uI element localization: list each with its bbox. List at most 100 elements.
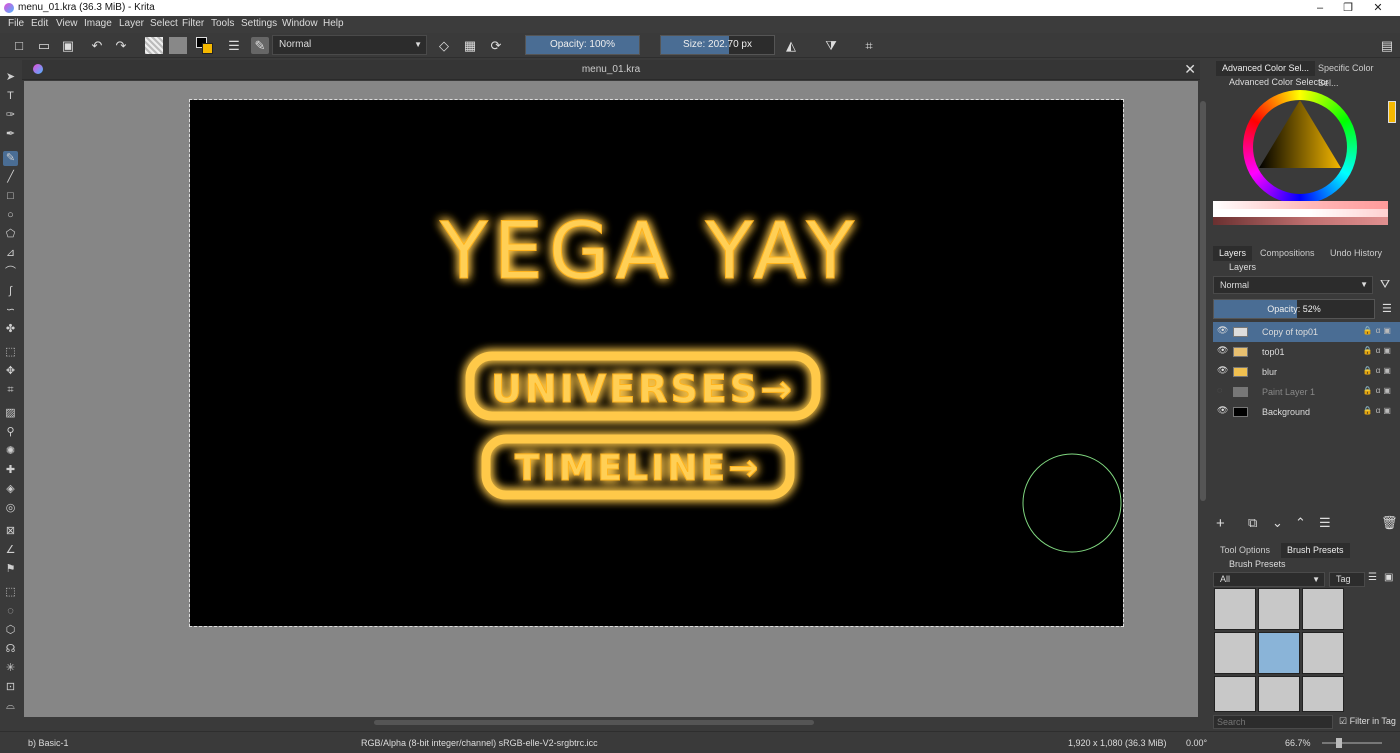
layer-lock-alpha-icons[interactable]: 🔒α▣: [1363, 386, 1394, 395]
vertical-scrollbar[interactable]: [1198, 81, 1208, 717]
alpha-lock-icon[interactable]: ▦: [461, 37, 479, 54]
canvas[interactable]: YEGA YAY UNIVERSES→ TIMELINE→: [189, 99, 1124, 627]
brush-preset-tile[interactable]: [1214, 588, 1256, 630]
delete-layer-icon[interactable]: 🗑: [1381, 515, 1398, 531]
layer-properties-icon[interactable]: ☰: [1319, 515, 1331, 531]
blend-mode-select[interactable]: Normal ▼: [272, 35, 427, 55]
polygon-select-tool-icon[interactable]: ⬡: [3, 623, 18, 638]
brush-list-view-icon[interactable]: ☰: [1368, 572, 1377, 583]
tab-undo-history[interactable]: Undo History: [1324, 246, 1388, 261]
gradient-tool-icon[interactable]: ▨: [3, 406, 18, 421]
transform-tool-icon[interactable]: ⬚: [3, 345, 18, 360]
menu-view[interactable]: View: [56, 18, 78, 29]
menu-layer[interactable]: Layer: [119, 18, 144, 29]
brush-preset-tile[interactable]: [1302, 588, 1344, 630]
layer-blend-mode-select[interactable]: Normal ▼: [1213, 276, 1373, 294]
zoom-slider[interactable]: [1322, 738, 1382, 748]
brush-tag-button[interactable]: Tag: [1329, 572, 1365, 587]
duplicate-layer-icon[interactable]: ⧉: [1248, 515, 1257, 531]
close-window-button[interactable]: ✕: [1371, 1, 1385, 15]
layer-row-background[interactable]: 👁 Background 🔒α▣: [1213, 402, 1400, 422]
layer-row-blur[interactable]: 👁 blur 🔒α▣: [1213, 362, 1400, 382]
brush-settings-icon[interactable]: ☰: [225, 37, 243, 54]
layer-row-top01[interactable]: 👁 top01 🔒α▣: [1213, 342, 1400, 362]
assistant-tool-icon[interactable]: ⊠: [3, 524, 18, 539]
ellipse-tool-icon[interactable]: ○: [3, 208, 18, 223]
tab-layers[interactable]: Layers: [1213, 246, 1253, 261]
brush-preset-tile-selected[interactable]: [1258, 632, 1300, 674]
menu-window[interactable]: Window: [282, 18, 318, 29]
fill-tool-icon[interactable]: ◈: [3, 482, 18, 497]
add-layer-icon[interactable]: +: [1216, 515, 1225, 532]
menu-edit[interactable]: Edit: [31, 18, 48, 29]
bezier-select-tool-icon[interactable]: ⌓: [3, 699, 18, 714]
workspace-icon[interactable]: ▤: [1378, 37, 1396, 54]
color-picker-tool-icon[interactable]: ⚲: [3, 425, 18, 440]
pattern-swatch-icon[interactable]: [169, 37, 187, 54]
edit-shapes-tool-icon[interactable]: ✑: [3, 108, 18, 123]
visibility-eye-icon[interactable]: 👁: [1217, 325, 1228, 336]
fg-bg-color-icon[interactable]: [196, 37, 214, 54]
enclose-fill-tool-icon[interactable]: ◎: [3, 501, 18, 516]
tab-compositions[interactable]: Compositions: [1254, 246, 1321, 261]
mirror-horizontal-icon[interactable]: ◭: [782, 37, 800, 54]
multibrush-tool-icon[interactable]: ✤: [3, 322, 18, 337]
brush-preset-tile[interactable]: [1214, 632, 1256, 674]
layer-lock-alpha-icons[interactable]: 🔒α▣: [1363, 326, 1394, 335]
menu-settings[interactable]: Settings: [241, 18, 277, 29]
text-tool-icon[interactable]: T: [3, 89, 18, 104]
status-rotation[interactable]: 0.00°: [1186, 738, 1207, 748]
color-pattern-row-2[interactable]: [1213, 209, 1388, 217]
layer-row-copy-of-top01[interactable]: 👁 Copy of top01 🔒α▣: [1213, 322, 1400, 342]
open-document-icon[interactable]: ▭: [35, 37, 53, 54]
move-layer-down-icon[interactable]: ⌄: [1272, 515, 1283, 531]
freehand-path-tool-icon[interactable]: ∫: [3, 284, 18, 299]
menu-image[interactable]: Image: [84, 18, 112, 29]
visibility-eye-icon[interactable]: 👁: [1217, 405, 1228, 416]
menu-tools[interactable]: Tools: [211, 18, 234, 29]
save-icon[interactable]: ▣: [59, 37, 77, 54]
mirror-vertical-icon[interactable]: ⧩: [822, 37, 840, 54]
menu-select[interactable]: Select: [150, 18, 178, 29]
crop-tool-icon[interactable]: ⌗: [3, 383, 18, 398]
visibility-eye-icon[interactable]: 👁: [1217, 365, 1228, 376]
horizontal-scrollbar[interactable]: [24, 717, 1198, 728]
status-zoom[interactable]: 66.7%: [1285, 738, 1311, 748]
brush-preset-tile[interactable]: [1302, 676, 1344, 712]
rect-select-tool-icon[interactable]: ⬚: [3, 585, 18, 600]
brush-preset-tile[interactable]: [1302, 632, 1344, 674]
tab-tool-options[interactable]: Tool Options: [1214, 543, 1276, 558]
eraser-icon[interactable]: ◇: [435, 37, 453, 54]
calligraphy-tool-icon[interactable]: ✒: [3, 127, 18, 142]
reload-preset-icon[interactable]: ⟳: [487, 37, 505, 54]
status-color-space[interactable]: RGB/Alpha (8-bit integer/channel) sRGB-e…: [361, 738, 598, 748]
measure-tool-icon[interactable]: ∠: [3, 543, 18, 558]
polygon-tool-icon[interactable]: ⬠: [3, 227, 18, 242]
document-tab[interactable]: menu_01.kra ✕: [22, 60, 1200, 80]
reference-tool-icon[interactable]: ⚑: [3, 562, 18, 577]
new-document-icon[interactable]: □: [10, 37, 28, 54]
tab-advanced-color-selector[interactable]: Advanced Color Sel...: [1216, 61, 1316, 76]
brush-search-input[interactable]: [1213, 715, 1333, 729]
freehand-brush-tool-icon[interactable]: ✎: [3, 151, 18, 166]
menu-help[interactable]: Help: [323, 18, 344, 29]
move-layer-up-icon[interactable]: ⌃: [1295, 515, 1306, 531]
line-tool-icon[interactable]: ╱: [3, 170, 18, 185]
menu-file[interactable]: File: [8, 18, 24, 29]
gradient-swatch-icon[interactable]: [145, 37, 163, 54]
similar-select-tool-icon[interactable]: ⊡: [3, 680, 18, 695]
contiguous-select-tool-icon[interactable]: ✳: [3, 661, 18, 676]
brush-save-icon[interactable]: ▣: [1384, 572, 1393, 583]
tab-brush-presets[interactable]: Brush Presets: [1281, 543, 1350, 558]
polyline-tool-icon[interactable]: ⊿: [3, 246, 18, 261]
maximize-button[interactable]: ❐: [1341, 1, 1355, 15]
bezier-tool-icon[interactable]: ⌒: [3, 265, 18, 280]
layer-filter-icon[interactable]: ⛛: [1380, 277, 1390, 292]
menu-filter[interactable]: Filter: [182, 18, 204, 29]
move-tool-icon[interactable]: ✥: [3, 364, 18, 379]
brush-filter-select[interactable]: All ▼: [1213, 572, 1325, 587]
brush-preset-tile[interactable]: [1258, 588, 1300, 630]
smart-patch-tool-icon[interactable]: ✚: [3, 463, 18, 478]
layer-row-paint-layer-1[interactable]: ◌ Paint Layer 1 🔒α▣: [1213, 382, 1400, 402]
layer-lock-alpha-icons[interactable]: 🔒α▣: [1363, 406, 1394, 415]
